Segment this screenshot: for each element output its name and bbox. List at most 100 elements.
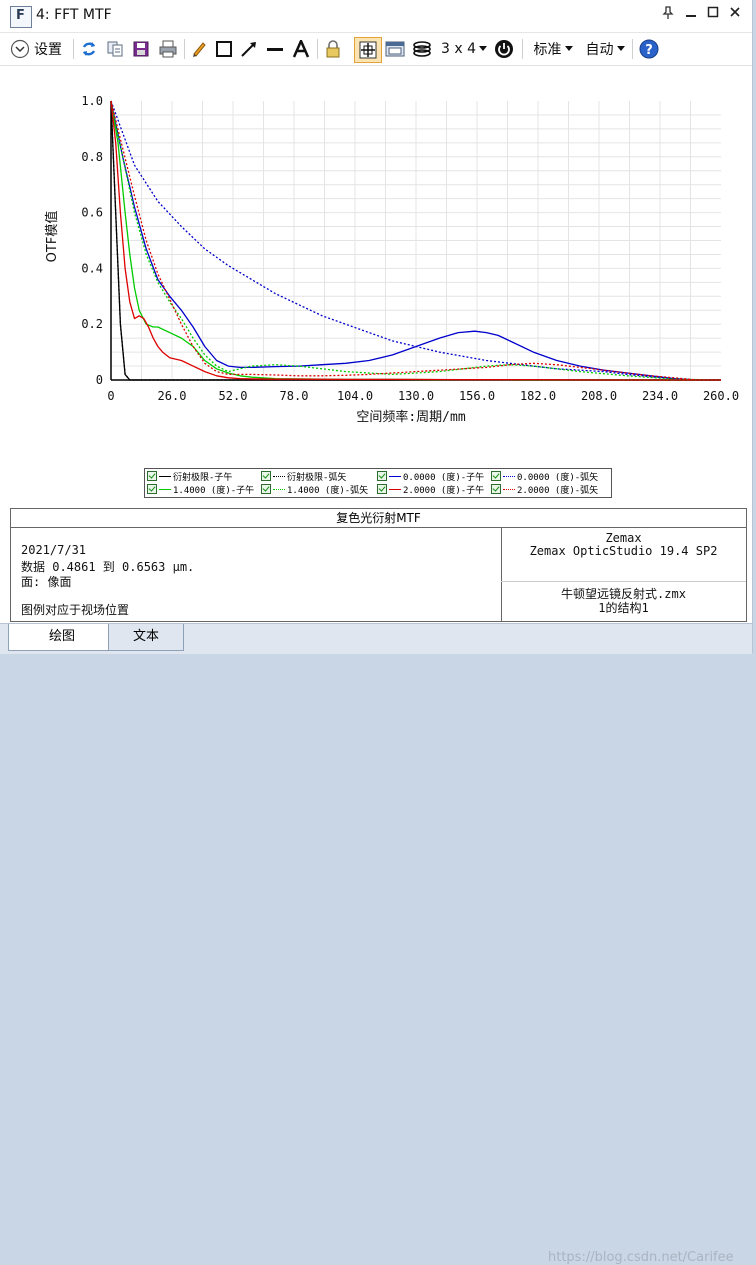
pin-icon[interactable]: [660, 6, 676, 22]
fft-mtf-window: F 4: FFT MTF 设置 3 x 4 标准 自动 ? 0 26.0 52.…: [0, 0, 753, 1265]
settings-button[interactable]: 设置: [10, 37, 70, 61]
power-icon[interactable]: [492, 37, 516, 61]
toolbar-separator: [184, 39, 185, 59]
plot-area: 0 26.0 52.0 78.0 104.0 130.0 156.0 182.0 208.0 23…: [0, 66, 752, 480]
watermark-text: https://blog.csdn.net/Carifee: [548, 1250, 734, 1265]
legend-item: 1.4000 (度)-弧矢: [261, 483, 369, 496]
x-axis-label: 空间频率:周期/mm: [356, 409, 465, 425]
standard-label: 标准: [533, 42, 562, 58]
x-tick-label: 0: [107, 389, 114, 403]
mtf-chart: 0 26.0 52.0 78.0 104.0 130.0 156.0 182.0 208.0 23…: [44, 94, 739, 425]
legend-item-label: 0.0000 (度)-子午: [403, 472, 485, 483]
refresh-icon[interactable]: [78, 37, 100, 61]
legend-item-label: 1.4000 (度)-弧矢: [287, 485, 369, 496]
legend-item-label: 衍射极限-子午: [173, 472, 233, 483]
legend-item: 0.0000 (度)-子午: [377, 470, 485, 483]
dropdown-arrow-icon: [616, 46, 625, 51]
view-tabs: 绘图 文本 https://blog.csdn.net/Carifee: [0, 623, 752, 1265]
legend-line-swatch: [273, 488, 285, 490]
grid-layout-dropdown[interactable]: 3 x 4: [440, 37, 488, 61]
info-company: Zemax: [605, 531, 642, 545]
maximize-button[interactable]: [705, 6, 721, 22]
auto-dropdown[interactable]: 自动: [582, 37, 628, 61]
title-bar: F 4: FFT MTF: [0, 0, 752, 33]
y-tick-label: 0.4: [81, 261, 103, 275]
save-icon[interactable]: [130, 37, 152, 61]
info-divider: [501, 581, 746, 582]
line-icon[interactable]: [264, 37, 286, 61]
legend-checkbox-icon[interactable]: [147, 471, 157, 481]
y-tick-label: 1.0: [81, 94, 103, 108]
pencil-icon[interactable]: [188, 37, 210, 61]
tab-graph[interactable]: 绘图: [8, 624, 116, 651]
chevron-down-circle-icon: [10, 39, 30, 59]
legend-item: 2.0000 (度)-子午: [377, 483, 485, 496]
legend-item-label: 2.0000 (度)-子午: [403, 485, 485, 496]
settings-label: 设置: [34, 42, 62, 58]
auto-label: 自动: [585, 42, 614, 58]
copy-icon[interactable]: [104, 37, 126, 61]
standard-dropdown[interactable]: 标准: [530, 37, 576, 61]
arrow-icon[interactable]: [238, 37, 260, 61]
svg-text:?: ?: [645, 43, 653, 58]
minimize-button[interactable]: [683, 6, 699, 22]
legend-checkbox-icon[interactable]: [377, 484, 387, 494]
y-tick-label: 0.2: [81, 317, 103, 331]
info-title: 复色光衍射MTF: [11, 509, 746, 528]
grid-layout-label: 3 x 4: [441, 41, 476, 57]
help-icon[interactable]: ?: [637, 37, 661, 61]
text-icon[interactable]: [290, 37, 312, 61]
chart-legend: 衍射极限-子午 衍射极限-弧矢 0.0000 (度)-子午 0.0000 (度)-弧矢…: [144, 468, 612, 498]
lock-icon[interactable]: [322, 37, 344, 61]
y-axis-label: OTF模值: [44, 211, 60, 263]
rectangle-icon[interactable]: [213, 37, 235, 61]
crosshair-icon[interactable]: [354, 37, 382, 63]
x-tick-label: 208.0: [581, 389, 617, 403]
legend-checkbox-icon[interactable]: [261, 471, 271, 481]
info-legend-note: 图例对应于视场位置: [21, 603, 130, 617]
x-tick-label: 182.0: [520, 389, 556, 403]
window-layout-icon[interactable]: [384, 37, 406, 61]
legend-item: 衍射极限-弧矢: [261, 470, 346, 483]
info-product: Zemax OpticStudio 19.4 SP2: [529, 544, 718, 558]
info-box: 复色光衍射MTF 2021/7/31 数据 0.4861 到 0.6563 μm…: [10, 508, 747, 622]
legend-line-swatch: [159, 475, 171, 477]
dropdown-arrow-icon: [479, 46, 487, 51]
x-tick-label: 130.0: [398, 389, 434, 403]
toolbar-separator: [73, 39, 74, 59]
legend-checkbox-icon[interactable]: [491, 484, 501, 494]
window-title: 4: FFT MTF: [36, 7, 112, 23]
dropdown-arrow-icon: [564, 46, 573, 51]
print-icon[interactable]: [156, 37, 180, 61]
x-tick-label: 156.0: [459, 389, 495, 403]
close-button[interactable]: [727, 6, 743, 22]
info-config: 1的结构1: [598, 601, 649, 615]
legend-line-swatch: [503, 488, 515, 490]
legend-item: 1.4000 (度)-子午: [147, 483, 254, 496]
y-tick-label: 0.6: [81, 206, 103, 220]
tab-text[interactable]: 文本: [108, 624, 184, 651]
x-tick-label: 78.0: [280, 389, 309, 403]
x-tick-label: 52.0: [219, 389, 248, 403]
toolbar: 设置 3 x 4 标准 自动 ?: [0, 33, 752, 66]
legend-checkbox-icon[interactable]: [261, 484, 271, 494]
legend-checkbox-icon[interactable]: [377, 471, 387, 481]
y-tick-label: 0: [96, 373, 103, 387]
legend-item: 2.0000 (度)-弧矢: [491, 483, 599, 496]
legend-line-swatch: [273, 475, 285, 477]
x-tick-label: 260.0: [703, 389, 739, 403]
toolbar-separator: [632, 39, 633, 59]
y-tick-label: 0.8: [81, 150, 103, 164]
legend-item-label: 2.0000 (度)-弧矢: [517, 485, 599, 496]
legend-item: 衍射极限-子午: [147, 470, 233, 483]
legend-item: 0.0000 (度)-弧矢: [491, 470, 598, 483]
x-tick-label: 26.0: [158, 389, 187, 403]
zemax-app-icon: F: [10, 6, 32, 28]
legend-checkbox-icon[interactable]: [491, 471, 501, 481]
x-tick-label: 234.0: [642, 389, 678, 403]
legend-line-swatch: [503, 475, 515, 477]
legend-line-swatch: [159, 488, 171, 490]
legend-checkbox-icon[interactable]: [147, 484, 157, 494]
layers-icon[interactable]: [411, 37, 433, 61]
x-tick-label: 104.0: [337, 389, 373, 403]
